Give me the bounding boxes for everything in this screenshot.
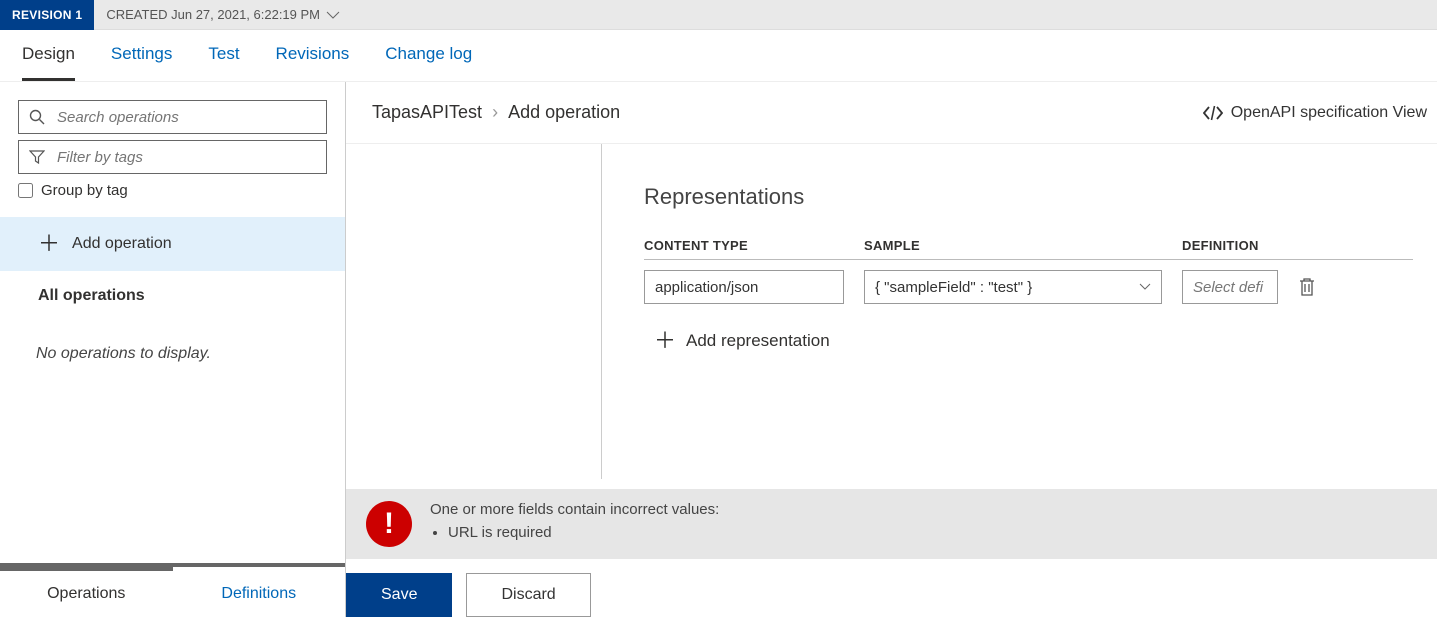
breadcrumb-api[interactable]: TapasAPITest [372, 102, 482, 123]
trash-icon [1298, 277, 1316, 297]
col-sample: SAMPLE [864, 238, 1162, 253]
all-operations-label: All operations [38, 287, 145, 305]
tab-settings[interactable]: Settings [111, 44, 172, 81]
group-by-tag-label: Group by tag [41, 182, 128, 199]
breadcrumb-current: Add operation [508, 102, 620, 123]
col-definition: DEFINITION [1182, 238, 1302, 253]
definition-select[interactable]: Select defi [1182, 270, 1278, 304]
search-operations-input[interactable] [57, 109, 316, 126]
revision-top-bar: REVISION 1 CREATED Jun 27, 2021, 6:22:19… [0, 0, 1437, 30]
sidebar-bottom-tabs: Operations Definitions [0, 563, 345, 617]
bottom-tab-operations[interactable]: Operations [0, 567, 173, 617]
tab-revisions[interactable]: Revisions [276, 44, 350, 81]
filter-tags-input[interactable] [57, 149, 316, 166]
group-by-tag-checkbox[interactable] [18, 183, 33, 198]
validation-error-banner: ! One or more fields contain incorrect v… [346, 489, 1437, 559]
tab-design[interactable]: Design [22, 44, 75, 81]
col-content-type: CONTENT TYPE [644, 238, 844, 253]
bottom-tab-definitions[interactable]: Definitions [173, 567, 346, 617]
sample-value: { "sampleField" : "test" } [875, 279, 1032, 296]
discard-button[interactable]: Discard [466, 573, 590, 617]
revision-created-label: CREATED Jun 27, 2021, 6:22:19 PM [106, 7, 320, 22]
content-type-input[interactable]: application/json [644, 270, 844, 304]
breadcrumb-separator: › [492, 102, 498, 123]
search-operations-input-wrap[interactable] [18, 100, 327, 134]
add-representation-button[interactable]: ＋ Add representation [654, 330, 1413, 352]
plus-icon: ＋ [38, 233, 60, 255]
plus-icon: ＋ [654, 330, 676, 352]
error-item: URL is required [448, 524, 719, 541]
chevron-down-icon [326, 11, 340, 19]
representation-row: application/json { "sampleField" : "test… [644, 260, 1413, 314]
error-title: One or more fields contain incorrect val… [430, 501, 719, 518]
tab-test[interactable]: Test [208, 44, 239, 81]
representations-heading: Representations [644, 184, 1413, 210]
search-icon [29, 109, 47, 125]
revision-badge: REVISION 1 [0, 0, 94, 30]
delete-representation-button[interactable] [1298, 277, 1316, 297]
sample-select[interactable]: { "sampleField" : "test" } [864, 270, 1162, 304]
group-by-tag-checkbox-wrap[interactable]: Group by tag [18, 182, 327, 199]
chevron-down-icon [1139, 283, 1151, 291]
representations-table: CONTENT TYPE SAMPLE DEFINITION applicati… [644, 232, 1413, 314]
operations-sidebar: Group by tag ＋ Add operation All operati… [0, 82, 346, 617]
add-operation-label: Add operation [72, 235, 172, 253]
main-content: TapasAPITest › Add operation OpenAPI spe… [346, 82, 1437, 617]
tab-changelog[interactable]: Change log [385, 44, 472, 81]
main-tabs: Design Settings Test Revisions Change lo… [0, 30, 1437, 82]
openapi-spec-link[interactable]: OpenAPI specification View [1203, 104, 1427, 122]
save-button[interactable]: Save [346, 573, 452, 617]
filter-icon [29, 149, 47, 165]
code-icon [1203, 105, 1223, 121]
openapi-spec-label: OpenAPI specification View [1231, 104, 1427, 122]
error-icon: ! [366, 501, 412, 547]
filter-tags-input-wrap[interactable] [18, 140, 327, 174]
revision-created-dropdown[interactable]: CREATED Jun 27, 2021, 6:22:19 PM [94, 7, 352, 22]
sidebar-item-all-operations[interactable]: All operations [0, 271, 345, 321]
sidebar-item-add-operation[interactable]: ＋ Add operation [0, 217, 345, 271]
form-left-spacer [346, 144, 602, 479]
no-operations-text: No operations to display. [18, 321, 327, 387]
definition-placeholder: Select defi [1193, 279, 1263, 296]
add-representation-label: Add representation [686, 331, 830, 351]
breadcrumb: TapasAPITest › Add operation [372, 102, 620, 123]
